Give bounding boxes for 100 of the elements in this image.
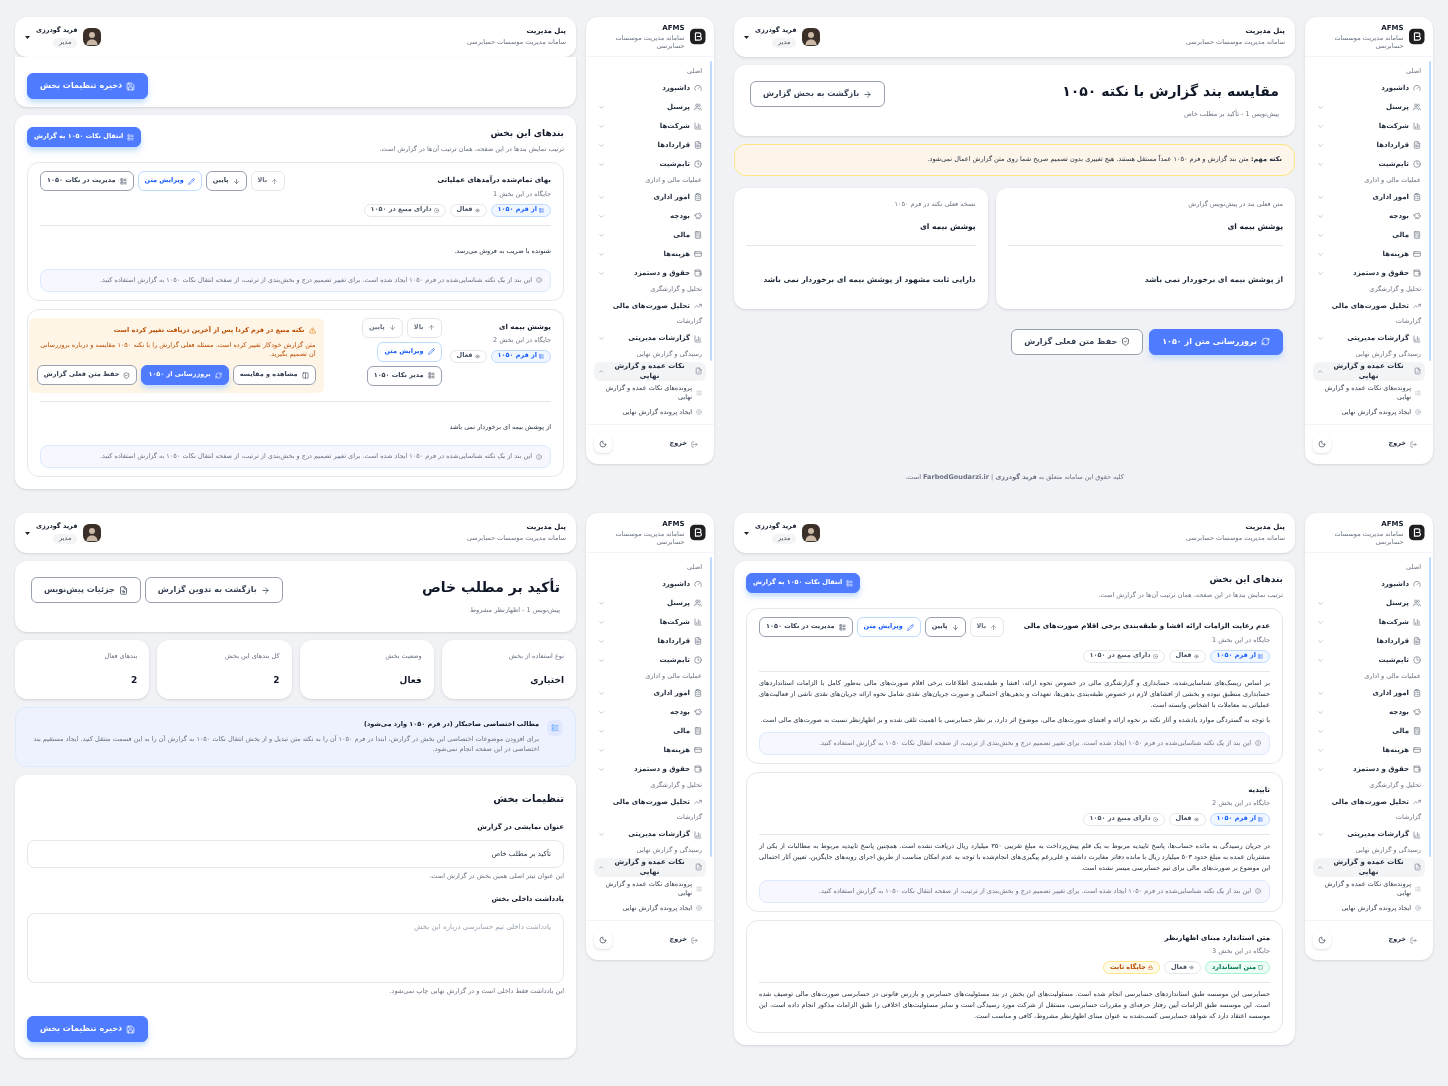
- list-icon: [547, 720, 563, 736]
- clipboard-icon: [1413, 689, 1421, 697]
- logout-icon: [1410, 440, 1417, 448]
- list-icon: [127, 133, 135, 141]
- plus-circle-icon: [1415, 905, 1421, 912]
- calculator-icon: [694, 231, 702, 239]
- save-button[interactable]: ذخیره تنظیمات بخش: [27, 1016, 149, 1043]
- bar-chart-icon: [1413, 122, 1421, 131]
- save-button[interactable]: ذخیره تنظیمات بخش: [27, 73, 149, 99]
- refresh-icon: [214, 371, 222, 379]
- theme-toggle[interactable]: [594, 931, 612, 950]
- theme-toggle[interactable]: [1313, 435, 1331, 454]
- plus-circle-icon: [1415, 409, 1421, 416]
- shield-icon: [123, 371, 131, 379]
- section-title: بندهای این بخش: [489, 127, 564, 141]
- piggy-bank-icon: [1413, 212, 1421, 220]
- gauge-icon: [694, 84, 702, 93]
- card-icon: [694, 250, 702, 258]
- wallet-icon: [694, 765, 702, 773]
- arrow-up-icon: [990, 623, 998, 631]
- document-icon: [694, 637, 702, 646]
- bar-chart-icon: [694, 334, 702, 343]
- refresh-icon: [1261, 337, 1270, 347]
- back-button[interactable]: بازگشت به تدوین گزارش: [144, 577, 283, 603]
- users-icon: [694, 103, 702, 112]
- theme-toggle[interactable]: [1313, 931, 1331, 950]
- bar-chart-icon: [1413, 830, 1421, 839]
- logout-icon: [1410, 936, 1417, 944]
- settings-title: تنظیمات بخش: [492, 791, 564, 806]
- piggy-bank-icon: [694, 212, 702, 220]
- theme-toggle[interactable]: [594, 435, 612, 454]
- eye-icon: [474, 207, 480, 213]
- list-icon: [846, 579, 854, 587]
- plus-circle-icon: [696, 905, 702, 912]
- gauge-icon: [1413, 84, 1421, 93]
- logout-icon: [691, 440, 698, 448]
- bar-chart-icon: [1413, 334, 1421, 343]
- avatar: [83, 524, 102, 542]
- info-icon: [1255, 888, 1261, 895]
- clock-icon: [1413, 160, 1421, 169]
- clock-icon: [1413, 656, 1421, 665]
- logo-icon: [690, 524, 706, 541]
- logout-icon: [691, 936, 698, 944]
- card-icon: [1413, 746, 1421, 754]
- document-check-icon: [694, 863, 702, 872]
- list-icon: [539, 207, 544, 213]
- list-icon: [1258, 653, 1263, 659]
- arrow-up-icon: [271, 177, 279, 185]
- trend-line-icon: [694, 797, 702, 806]
- details-button[interactable]: جزئیات پیش‌نویس: [31, 577, 141, 603]
- moon-icon: [599, 936, 607, 945]
- back-button[interactable]: بازگشت به بخش گزارش: [750, 81, 886, 107]
- pencil-icon: [906, 623, 914, 631]
- card-icon: [1413, 250, 1421, 258]
- avatar: [802, 524, 821, 542]
- caret-icon[interactable]: [25, 35, 30, 39]
- arrow-up-icon: [427, 324, 435, 331]
- wallet-icon: [694, 269, 702, 277]
- moon-icon: [599, 440, 607, 449]
- caret-icon[interactable]: [744, 531, 749, 535]
- eye-icon: [1193, 653, 1199, 659]
- eye-icon: [1189, 965, 1194, 970]
- eye-icon: [474, 353, 480, 359]
- arrow-down-icon: [388, 324, 396, 331]
- caret-icon[interactable]: [25, 531, 30, 535]
- list-icon: [696, 389, 702, 396]
- wallet-icon: [1413, 269, 1421, 277]
- keep-button[interactable]: حفظ متن فعلی گزارش: [1011, 328, 1144, 355]
- eye-icon: [1193, 816, 1199, 822]
- clipboard-icon: [694, 689, 702, 697]
- list-icon: [427, 372, 435, 379]
- gauge-icon: [1413, 580, 1421, 589]
- moon-icon: [1318, 936, 1326, 945]
- piggy-bank-icon: [1413, 708, 1421, 716]
- clock-icon: [694, 160, 702, 169]
- bar-chart-icon: [694, 618, 702, 627]
- bar-chart-icon: [694, 830, 702, 839]
- calculator-icon: [1413, 231, 1421, 239]
- pencil-icon: [427, 348, 435, 355]
- avatar: [83, 28, 102, 46]
- caret-icon[interactable]: [744, 35, 749, 39]
- dot-icon: [433, 207, 439, 213]
- document-icon: [694, 141, 702, 150]
- save-icon: [126, 1024, 136, 1034]
- columns-icon: [301, 371, 309, 379]
- users-icon: [1413, 103, 1421, 112]
- logo-icon: [1409, 524, 1425, 541]
- pencil-icon: [187, 177, 195, 185]
- lock-icon: [1147, 965, 1153, 970]
- document-check-icon: [694, 367, 702, 376]
- users-icon: [1413, 599, 1421, 608]
- trend-line-icon: [1413, 301, 1421, 310]
- update-button[interactable]: بروزرسانی متن از ۱۰۵۰: [1149, 328, 1283, 355]
- list-icon: [1258, 816, 1263, 822]
- wallet-icon: [1413, 765, 1421, 773]
- stat-value: 2: [130, 673, 138, 687]
- dot-icon: [1152, 816, 1158, 822]
- users-icon: [694, 599, 702, 608]
- plus-circle-icon: [696, 409, 702, 416]
- list-icon: [119, 177, 127, 185]
